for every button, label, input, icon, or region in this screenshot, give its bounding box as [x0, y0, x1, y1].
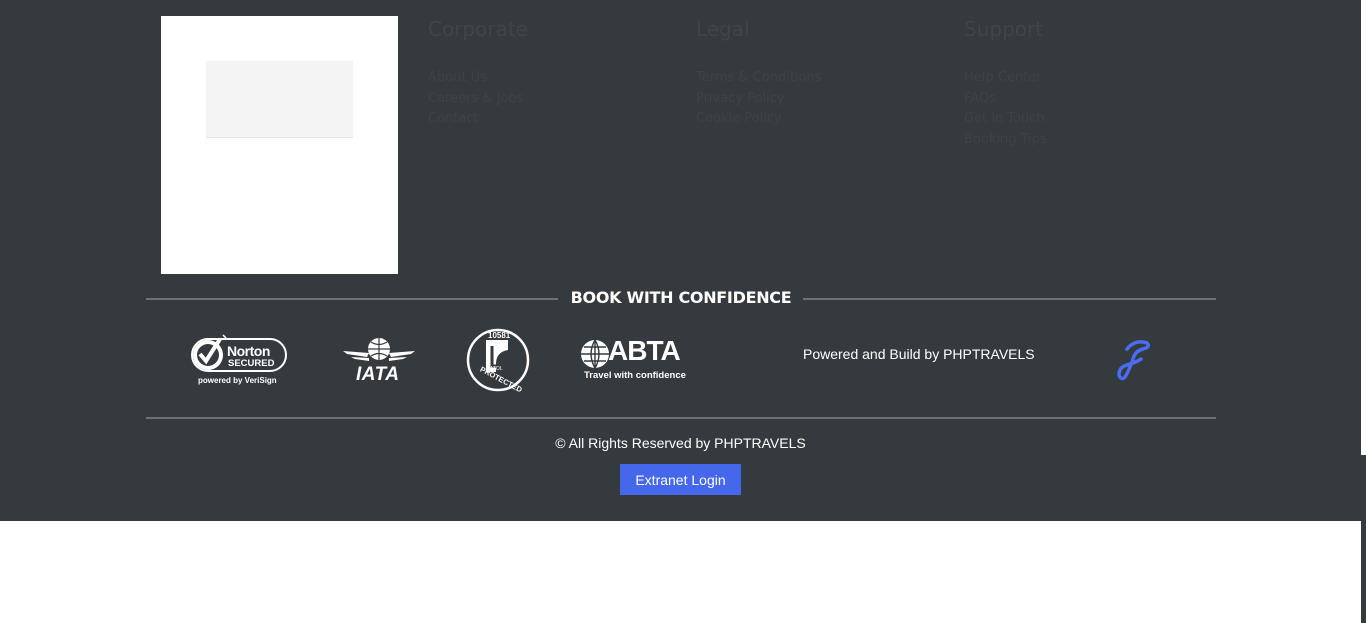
footer-link[interactable]: Booking Tips [964, 130, 1194, 151]
site-footer: Corporate About Us Careers & Jobs Contac… [0, 0, 1361, 521]
abta-tagline: Travel with confidence [584, 370, 686, 381]
iata-word: IATA [356, 364, 400, 385]
phptravels-logo-icon[interactable] [1113, 337, 1153, 381]
footer-link[interactable]: Cookie Policy [696, 109, 926, 130]
atol-number: 10581 [488, 331, 511, 340]
footer-link[interactable]: FAQs [964, 89, 1194, 110]
footer-link[interactable]: Careers & Jobs [428, 89, 658, 110]
book-with-confidence-heading: BOOK WITH CONFIDENCE [570, 288, 792, 307]
abta-word: ABTA [608, 335, 681, 366]
abta-logo: ABTA Travel with confidence [580, 335, 688, 384]
scrollbar-thumb[interactable] [1361, 455, 1366, 623]
divider-bottom [146, 417, 1216, 419]
support-links: Help Center FAQs Get in Touch Booking Ti… [964, 68, 1194, 150]
footer-link[interactable]: Contact [428, 109, 658, 130]
footer-link[interactable]: Privacy Policy [696, 89, 926, 110]
iata-globe-wings-icon [343, 338, 415, 361]
norton-powered-text: powered by VeriSign [198, 376, 277, 385]
page-scrollbar[interactable] [1361, 0, 1366, 623]
footer-column-corporate: Corporate About Us Careers & Jobs Contac… [428, 16, 658, 130]
footer-column-legal: Legal Terms & Conditions Privacy Policy … [696, 16, 926, 130]
norton-secured-logo: Norton SECURED powered by VeriSign [190, 333, 290, 389]
corporate-links: About Us Careers & Jobs Contact [428, 68, 658, 130]
abta-globe-icon [581, 339, 609, 369]
norton-word: Norton [227, 343, 270, 359]
divider-left [146, 298, 558, 300]
atol-protected-logo: 10581 ATOL PROTECTED [466, 328, 530, 394]
iata-logo: IATA [343, 337, 415, 387]
column-title-legal: Legal [696, 17, 750, 41]
footer-logo-box [161, 16, 398, 274]
footer-link[interactable]: Terms & Conditions [696, 68, 926, 89]
footer-link[interactable]: Help Center [964, 68, 1194, 89]
footer-column-support: Support Help Center FAQs Get in Touch Bo… [964, 16, 1194, 150]
copyright-text: © All Rights Reserved by PHPTRAVELS [555, 435, 806, 451]
logo-placeholder [206, 61, 353, 138]
divider-right [803, 298, 1216, 300]
footer-link[interactable]: Get in Touch [964, 109, 1194, 130]
column-title-corporate: Corporate [428, 17, 528, 41]
column-title-support: Support [964, 17, 1044, 41]
powered-by-text[interactable]: Powered and Build by PHPTRAVELS [803, 346, 1035, 362]
legal-links: Terms & Conditions Privacy Policy Cookie… [696, 68, 926, 130]
norton-secured-text: SECURED [228, 358, 275, 369]
footer-link[interactable]: About Us [428, 68, 658, 89]
extranet-login-button[interactable]: Extranet Login [620, 464, 741, 495]
